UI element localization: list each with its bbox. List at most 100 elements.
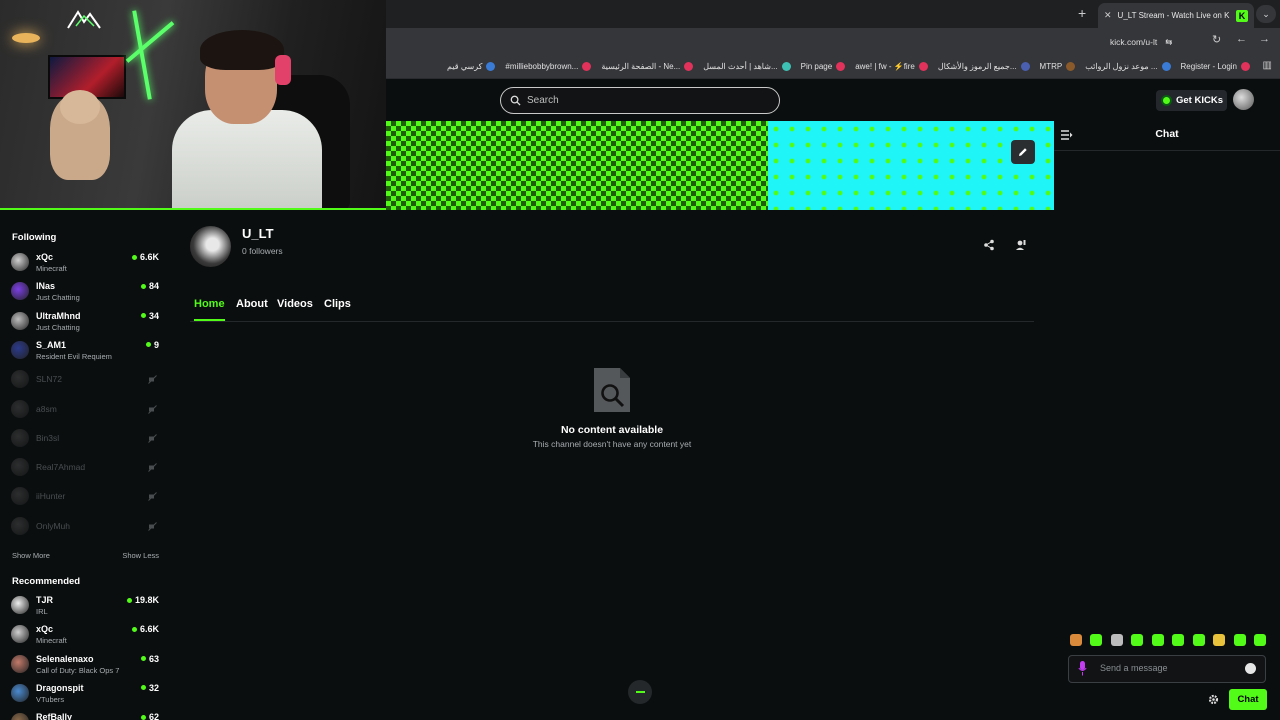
channel-avatar bbox=[11, 370, 29, 389]
bookmark-favicon-icon bbox=[836, 62, 846, 71]
streamer-hair bbox=[200, 30, 284, 70]
channel-name: TJR bbox=[36, 595, 54, 605]
tab-clips[interactable]: Clips bbox=[324, 298, 351, 321]
channel-category: Just Chatting bbox=[36, 322, 80, 332]
viewer-count-value: 62 bbox=[148, 712, 159, 720]
bookmark-item[interactable]: موعد نزول الروائب ... bbox=[1085, 62, 1171, 71]
empty-file-search-icon bbox=[594, 368, 630, 412]
channel-category: Just Chatting bbox=[36, 293, 80, 303]
channel-name: U_LT bbox=[242, 226, 274, 241]
bookmark-label: شاهد | أحدث المسل... bbox=[703, 62, 778, 71]
forward-arrow-icon[interactable]: → bbox=[1259, 33, 1270, 45]
bookmark-label: الصفحة الرئيسية - Ne... bbox=[601, 62, 681, 71]
viewer-count-value: 84 bbox=[148, 281, 159, 292]
chat-input-placeholder: Send a message bbox=[1100, 663, 1168, 673]
show-more-link[interactable]: Show More bbox=[12, 551, 50, 560]
back-arrow-icon[interactable]: ← bbox=[1236, 33, 1247, 45]
sidebar-channel-iihunter[interactable]: iiHunter bbox=[11, 484, 161, 510]
bookmark-item[interactable]: awe! | fw - ⚡fire bbox=[855, 62, 928, 71]
viewer-count: 19.8K bbox=[126, 595, 159, 605]
sidebar-channel-sln72[interactable]: SLN72 bbox=[11, 367, 161, 393]
emote-icon[interactable] bbox=[1070, 634, 1082, 646]
emote-icon[interactable] bbox=[1131, 634, 1144, 646]
channel-avatar[interactable] bbox=[190, 226, 231, 267]
sidebar-channel-onlymuh[interactable]: OnlyMuh bbox=[11, 514, 161, 540]
site-settings-icon[interactable]: ⇆ bbox=[1165, 33, 1172, 51]
address-bar[interactable]: kick.com/u-lt ⇆ bbox=[1110, 33, 1198, 51]
emote-icon[interactable] bbox=[1192, 634, 1205, 646]
channel-avatar bbox=[11, 487, 29, 506]
sidebar-channel-bin3sl[interactable]: Bin3sl bbox=[11, 426, 161, 452]
channel-avatar bbox=[11, 253, 29, 271]
sidebar-channel-s_am1[interactable]: S_AM1 Resident Evil Requiem 9 bbox=[11, 338, 161, 364]
bookmark-favicon-icon bbox=[1161, 62, 1171, 71]
tab-title: U_LT Stream - Watch Live on Ki bbox=[1117, 11, 1230, 20]
share-icon[interactable] bbox=[982, 238, 996, 252]
emote-icon[interactable] bbox=[1213, 634, 1226, 646]
bookmarks-overflow-icon[interactable]: ▥ bbox=[1263, 60, 1272, 71]
reload-icon[interactable]: ↻ bbox=[1212, 33, 1221, 46]
offline-icon bbox=[148, 521, 157, 531]
sidebar-channel-real7ahmad[interactable]: Real7Ahmad bbox=[11, 455, 161, 481]
sidebar-channel-xqc[interactable]: xQc Minecraft 6.6K bbox=[11, 622, 161, 648]
show-less-link[interactable]: Show Less bbox=[122, 551, 159, 560]
viewer-count: 6.6K bbox=[131, 252, 159, 262]
offline-icon bbox=[148, 404, 157, 414]
address-url: kick.com/u-lt bbox=[1110, 37, 1158, 47]
browser-tab-active[interactable]: ✕ U_LT Stream - Watch Live on Ki K bbox=[1098, 3, 1254, 28]
channel-avatar bbox=[11, 683, 29, 702]
bookmark-item[interactable]: كرسي قيم bbox=[447, 62, 496, 71]
sidebar-channel-ultramhnd[interactable]: UltraMhnd Just Chatting 34 bbox=[11, 309, 161, 335]
teddy-bear-head bbox=[60, 90, 100, 124]
search-icon bbox=[510, 95, 521, 106]
sidebar-channel-a8sm[interactable]: a8sm bbox=[11, 397, 161, 423]
emote-icon[interactable] bbox=[1172, 634, 1185, 646]
collapse-player-button[interactable] bbox=[628, 680, 652, 704]
emote-icon[interactable] bbox=[1110, 634, 1123, 646]
emote-icon[interactable] bbox=[1151, 634, 1164, 646]
bookmark-item[interactable]: شاهد | أحدث المسل... bbox=[703, 62, 791, 71]
channel-name: Dragonspit bbox=[36, 682, 84, 693]
bookmark-item[interactable]: Pin page bbox=[801, 62, 846, 71]
send-chat-button[interactable]: Chat bbox=[1229, 689, 1267, 710]
bookmark-label: موعد نزول الروائب ... bbox=[1085, 62, 1158, 71]
bookmark-item[interactable]: MTRP bbox=[1040, 62, 1076, 71]
lamp-light bbox=[12, 33, 40, 43]
sidebar-channel-refbally[interactable]: RefBally 62 bbox=[11, 710, 161, 720]
emote-icon[interactable] bbox=[1233, 634, 1246, 646]
tab-videos[interactable]: Videos bbox=[277, 298, 313, 321]
emote-icon[interactable] bbox=[1253, 634, 1266, 646]
search-input[interactable]: Search bbox=[500, 87, 780, 114]
viewer-count-value: 6.6K bbox=[139, 252, 159, 262]
tab-about[interactable]: About bbox=[236, 298, 268, 321]
new-tab-button[interactable]: + bbox=[1078, 5, 1086, 21]
offline-icon bbox=[148, 375, 157, 385]
sidebar-channel-selenalenaxo[interactable]: Selenalenaxo Call of Duty: Black Ops 7 63 bbox=[11, 652, 161, 678]
channel-name: xQc bbox=[36, 624, 54, 635]
tab-search-chevron-icon[interactable]: ⌄ bbox=[1256, 5, 1276, 23]
sidebar-channel-dragonspit[interactable]: Dragonspit VTubers 32 bbox=[11, 681, 161, 707]
microphone-icon[interactable] bbox=[1078, 661, 1087, 676]
user-avatar[interactable] bbox=[1233, 89, 1254, 110]
tab-home[interactable]: Home bbox=[194, 298, 225, 321]
bookmark-item[interactable]: جميع الرموز والأشكال... bbox=[938, 62, 1030, 71]
get-kicks-button[interactable]: Get KICKs bbox=[1156, 90, 1227, 111]
edit-banner-button[interactable] bbox=[1011, 140, 1035, 164]
bookmark-label: جميع الرموز والأشكال... bbox=[937, 62, 1017, 71]
sidebar-channel-lnas[interactable]: lNas Just Chatting 84 bbox=[11, 279, 161, 305]
emote-icon[interactable] bbox=[1090, 634, 1103, 646]
channel-avatar bbox=[11, 516, 29, 535]
close-tab-icon[interactable]: ✕ bbox=[1104, 10, 1112, 21]
sidebar-channel-tjr[interactable]: TJR IRL 19.8K bbox=[11, 593, 161, 619]
channel-name: RefBally bbox=[36, 712, 73, 720]
bookmark-item[interactable]: Register - Login bbox=[1181, 62, 1250, 71]
bookmark-item[interactable]: #milliebobbybrown... bbox=[505, 62, 592, 71]
bookmark-label: MTRP bbox=[1039, 62, 1063, 71]
bookmark-item[interactable]: الصفحة الرئيسية - Ne... bbox=[601, 62, 694, 71]
manage-user-icon[interactable] bbox=[1014, 238, 1028, 252]
bookmark-favicon-icon bbox=[1066, 62, 1076, 71]
sidebar-channel-xqc[interactable]: xQc Minecraft 6.6K bbox=[11, 250, 161, 276]
gear-icon[interactable] bbox=[1208, 694, 1219, 705]
bookmark-favicon-icon bbox=[918, 62, 928, 71]
emoji-picker-icon[interactable] bbox=[1245, 663, 1256, 674]
